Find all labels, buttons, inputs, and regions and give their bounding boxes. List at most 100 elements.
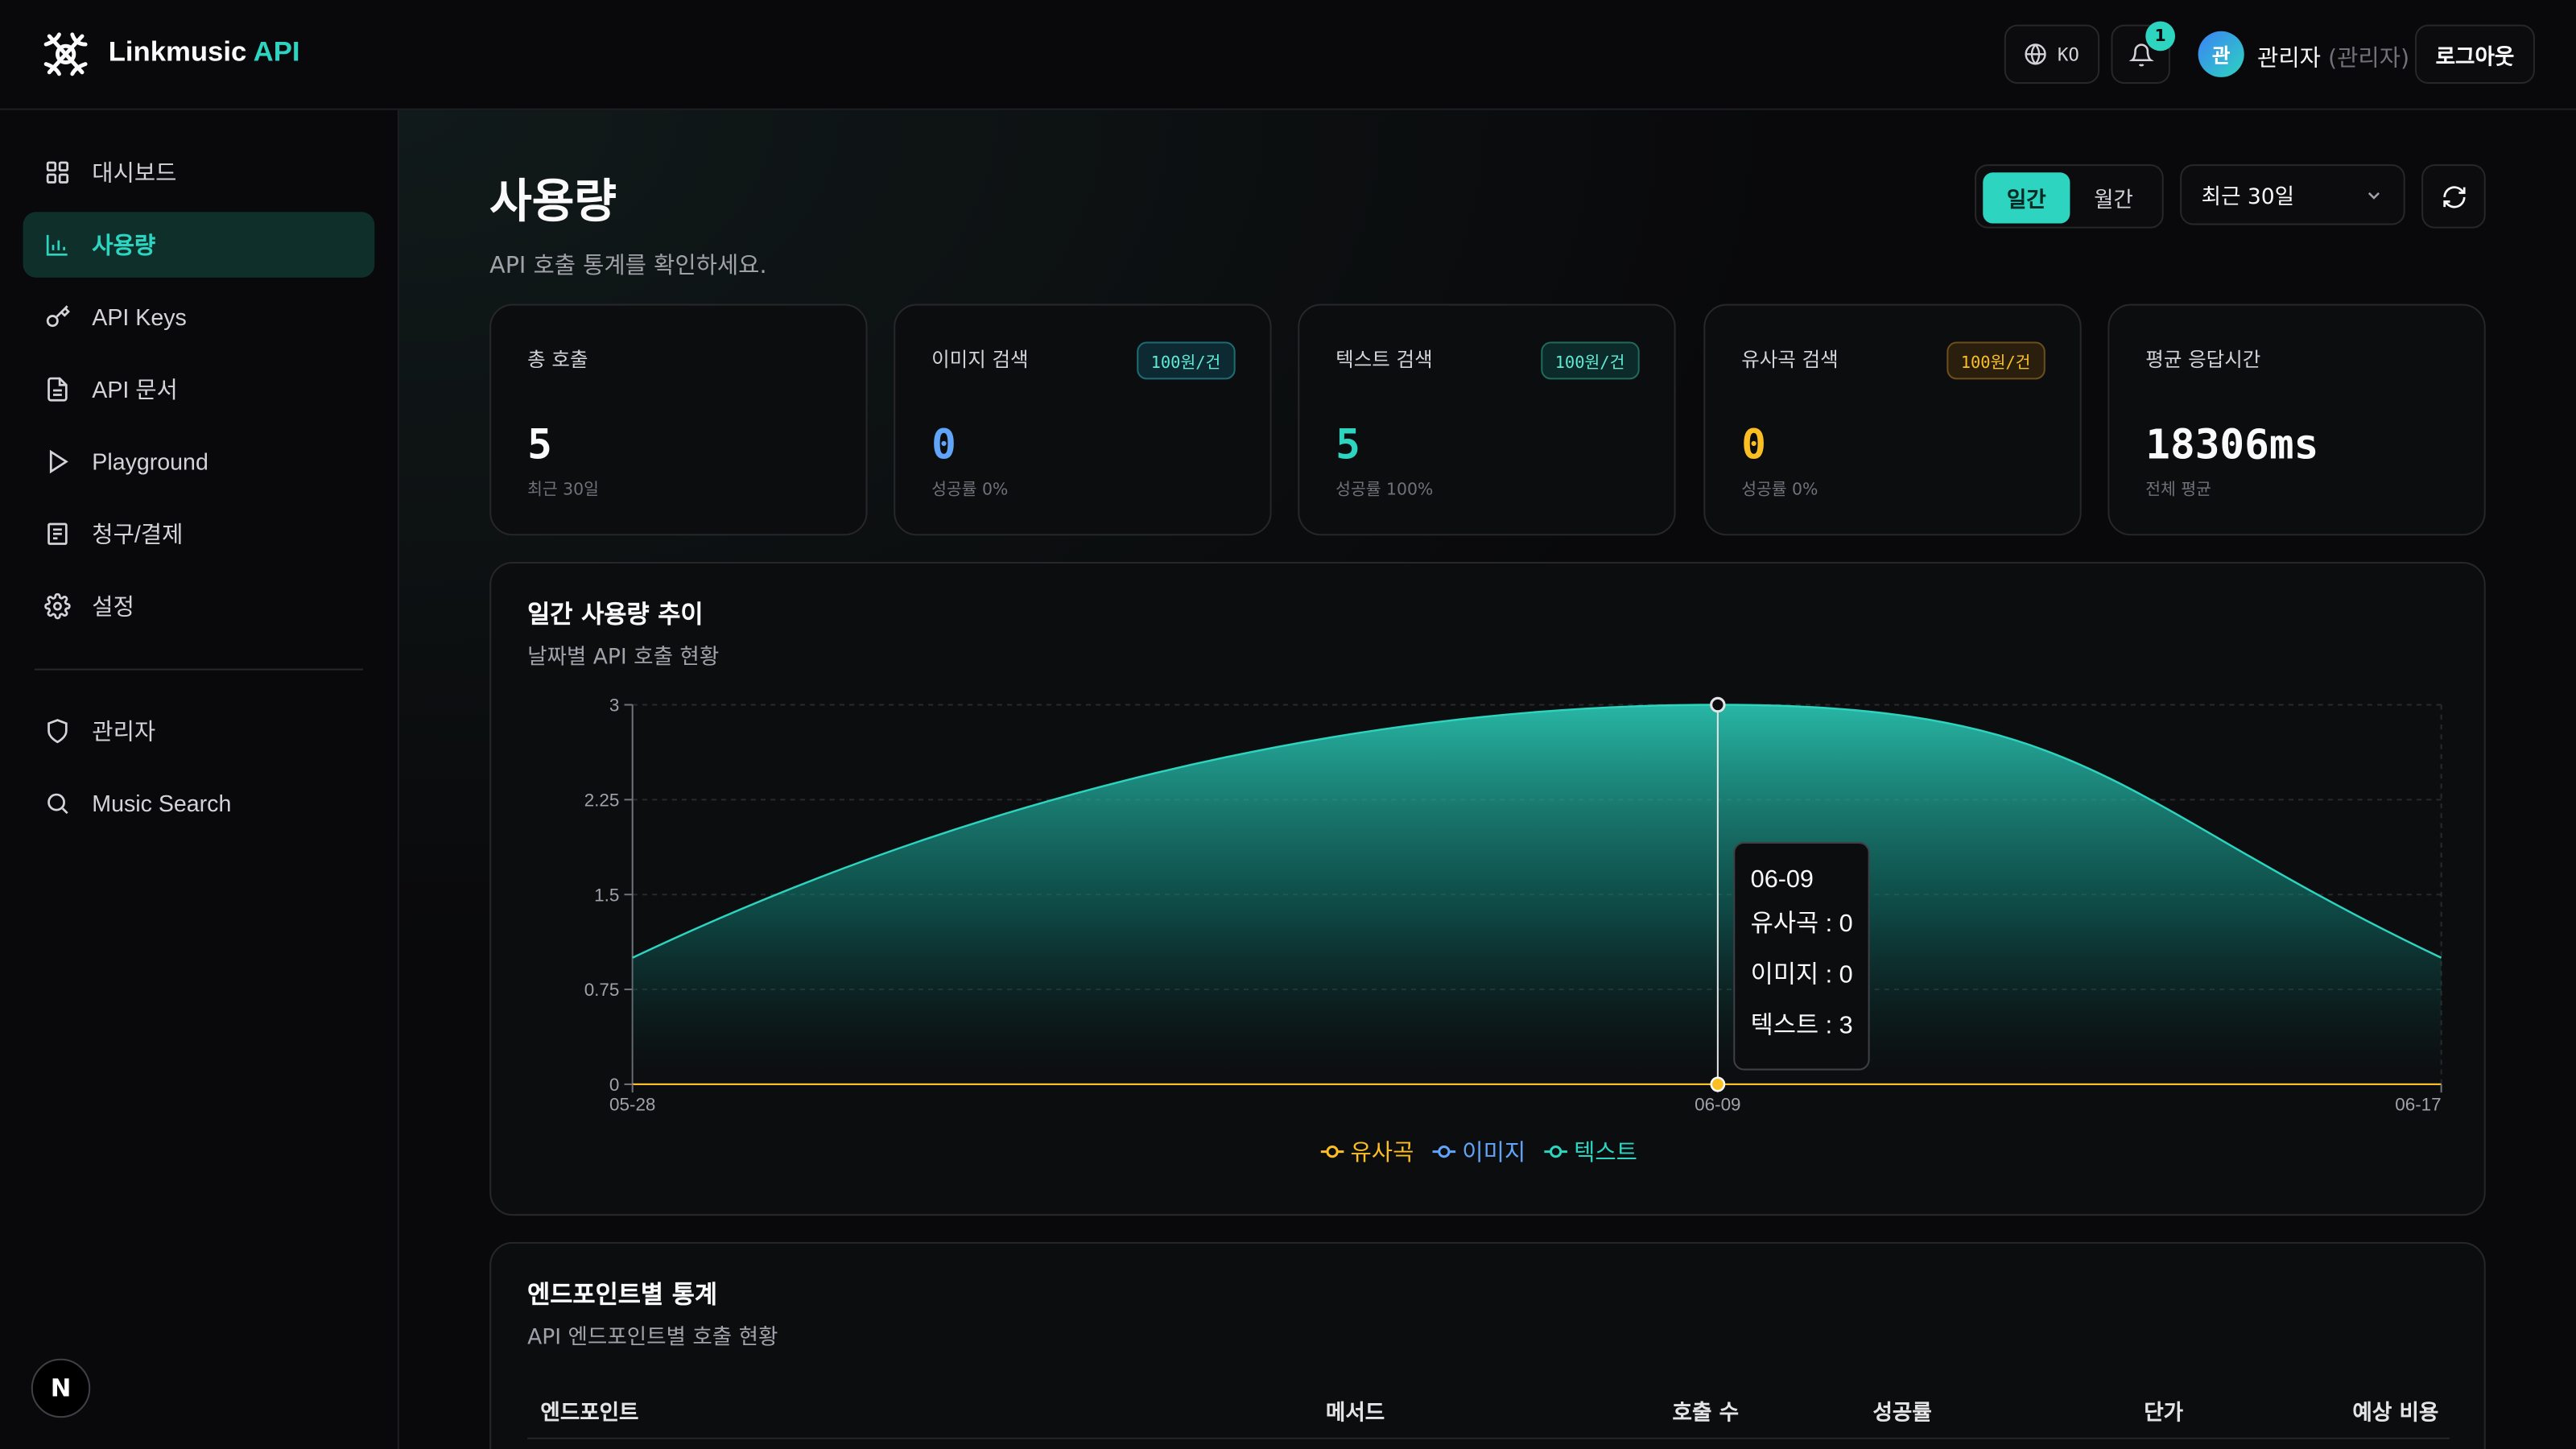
user-name-text: 관리자 — [2257, 46, 2321, 72]
stat-label: 총 호출 — [527, 348, 588, 372]
key-icon — [46, 305, 70, 328]
stat-note: 최근 30일 — [527, 481, 599, 500]
legend-label[interactable]: 유사곡 — [1351, 1138, 1414, 1166]
sidebar-item-api-docs[interactable]: API 문서 — [23, 357, 375, 423]
stat-card-text-search: 텍스트 검색 100원/건 5 성공률 100% — [1298, 303, 1676, 536]
column-header-method[interactable]: 메서드 — [1326, 1395, 1385, 1426]
top-header: Linkmusic API KO 1 관 관리자 (관리자) 로그아웃 — [0, 0, 2576, 110]
chevron-down-icon — [2368, 192, 2380, 200]
grid-icon — [46, 161, 69, 184]
tooltip-line: 텍스트 : 3 — [1751, 1012, 1853, 1039]
avatar[interactable]: 관 — [2198, 31, 2244, 77]
period-toggle: 일간 월간 — [1975, 164, 2164, 229]
column-header-calls[interactable]: 호출 수 — [1673, 1395, 1739, 1426]
stat-card-image-search: 이미지 검색 100원/건 0 성공률 0% — [894, 303, 1272, 536]
table-header-divider — [527, 1437, 2450, 1439]
globe-icon — [2025, 43, 2047, 65]
shield-icon — [47, 719, 68, 744]
legend-marker-dot — [1438, 1145, 1451, 1158]
brand-name[interactable]: Linkmusic API — [109, 36, 300, 69]
sidebar-item-settings[interactable]: 설정 — [23, 573, 375, 639]
tooltip-line: 유사곡 : 0 — [1751, 910, 1853, 937]
language-label: KO — [2057, 43, 2079, 65]
receipt-icon — [47, 522, 68, 545]
brand-accent: API — [253, 35, 300, 68]
document-icon — [47, 377, 68, 402]
refresh-icon — [2442, 185, 2465, 208]
sidebar-item-api-keys[interactable]: API Keys — [23, 284, 375, 350]
sidebar-item-dashboard[interactable]: 대시보드 — [23, 139, 375, 205]
sidebar-item-label: Music Search — [92, 790, 232, 817]
range-select[interactable]: 최근 30일 — [2180, 164, 2405, 225]
sidebar-item-usage[interactable]: 사용량 — [23, 212, 375, 278]
stat-label: 이미지 검색 — [931, 348, 1029, 372]
period-daily-button[interactable]: 일간 — [1983, 172, 2070, 224]
notification-count-badge: 1 — [2145, 21, 2176, 52]
main-content: 사용량 API 호출 통계를 확인하세요. 일간 월간 최근 30일 총 호출 … — [398, 109, 2576, 1449]
legend-marker-dot — [1326, 1145, 1339, 1158]
logo-icon[interactable] — [39, 28, 92, 80]
language-button[interactable]: KO — [2004, 24, 2100, 85]
stat-value: 5 — [1335, 420, 1360, 469]
stat-note: 성공률 0% — [1741, 481, 1818, 500]
sidebar: 대시보드 사용량 API Keys API 문서 Playground 청구/결… — [0, 109, 399, 1449]
stat-label: 평균 응답시간 — [2145, 348, 2261, 372]
x-tick-label: 06-17 — [2395, 1095, 2441, 1115]
sidebar-item-admin[interactable]: 관리자 — [23, 698, 375, 764]
column-header-estimated-cost[interactable]: 예상 비용 — [2352, 1395, 2438, 1426]
active-dot-text — [1710, 696, 1726, 713]
tooltip-line: 이미지 : 0 — [1751, 960, 1853, 988]
user-role: (관리자) — [2328, 46, 2410, 72]
column-header-success-rate[interactable]: 성공률 — [1873, 1395, 1932, 1426]
sidebar-item-label: Playground — [92, 448, 208, 475]
endpoint-title: 엔드포인트별 통계 — [527, 1279, 718, 1310]
sidebar-item-label: API Keys — [92, 303, 187, 331]
sidebar-item-label: 청구/결제 — [92, 520, 184, 547]
legend-marker-dot — [1549, 1145, 1563, 1158]
y-tick-label: 0.75 — [584, 980, 620, 1000]
usage-chart-card: 일간 사용량 추이 날짜별 API 호출 현황 0 0.75 1.5 2.25 3 05-… — [489, 561, 2487, 1217]
stat-value: 18306ms — [2145, 420, 2319, 469]
column-header-unit-price[interactable]: 단가 — [2144, 1395, 2183, 1426]
range-select-value: 최근 30일 — [2201, 185, 2295, 211]
price-badge: 100원/건 — [1136, 341, 1236, 380]
brand-main: Linkmusic — [108, 35, 247, 68]
x-tick-label: 05-28 — [609, 1095, 655, 1115]
usage-chart[interactable]: 0 0.75 1.5 2.25 3 05-28 06-09 06-17 06-09 유사곡 : 0… — [491, 564, 2487, 1217]
endpoint-stats-card: 엔드포인트별 통계 API 엔드포인트별 호출 현황 엔드포인트 메서드 호출 … — [489, 1241, 2486, 1449]
play-icon — [49, 449, 68, 474]
stat-note: 성공률 0% — [931, 481, 1009, 500]
sidebar-item-label: 대시보드 — [92, 159, 177, 186]
sidebar-item-playground[interactable]: Playground — [23, 429, 375, 495]
page-subtitle: API 호출 통계를 확인하세요. — [489, 253, 767, 279]
endpoint-subtitle: API 엔드포인트별 호출 현황 — [527, 1325, 778, 1351]
stat-value: 5 — [527, 420, 552, 469]
logout-button[interactable]: 로그아웃 — [2414, 24, 2535, 85]
stat-card-similar-search: 유사곡 검색 100원/건 0 성공률 0% — [1703, 303, 2082, 536]
sidebar-item-music-search[interactable]: Music Search — [23, 770, 375, 836]
price-badge: 100원/건 — [1540, 341, 1640, 380]
y-tick-label: 1.5 — [594, 885, 619, 905]
sidebar-item-label: 사용량 — [92, 231, 156, 258]
app-root: Linkmusic API KO 1 관 관리자 (관리자) 로그아웃 대시보드… — [0, 0, 2576, 1449]
legend-label[interactable]: 이미지 — [1462, 1138, 1525, 1166]
sidebar-item-label: API 문서 — [92, 376, 178, 402]
legend-label[interactable]: 텍스트 — [1574, 1138, 1637, 1166]
gear-icon — [44, 592, 71, 620]
stat-value: 0 — [931, 420, 956, 469]
price-badge: 100원/건 — [1946, 341, 2046, 380]
stat-value: 0 — [1741, 420, 1766, 469]
user-name: 관리자 (관리자) — [2257, 41, 2409, 74]
search-icon — [47, 793, 68, 815]
stat-label: 텍스트 검색 — [1335, 348, 1433, 372]
next-dev-badge[interactable]: N — [31, 1358, 91, 1418]
tooltip-date: 06-09 — [1751, 865, 1814, 893]
refresh-button[interactable] — [2421, 164, 2486, 229]
y-tick-label: 0 — [609, 1075, 619, 1095]
sidebar-divider — [34, 668, 364, 671]
stat-card-avg-response: 평균 응답시간 18306ms 전체 평균 — [2107, 303, 2486, 536]
sidebar-item-billing[interactable]: 청구/결제 — [23, 501, 375, 567]
period-monthly-button[interactable]: 월간 — [2070, 172, 2157, 223]
column-header-endpoint[interactable]: 엔드포인트 — [540, 1395, 638, 1426]
sidebar-item-label: 설정 — [92, 592, 134, 620]
